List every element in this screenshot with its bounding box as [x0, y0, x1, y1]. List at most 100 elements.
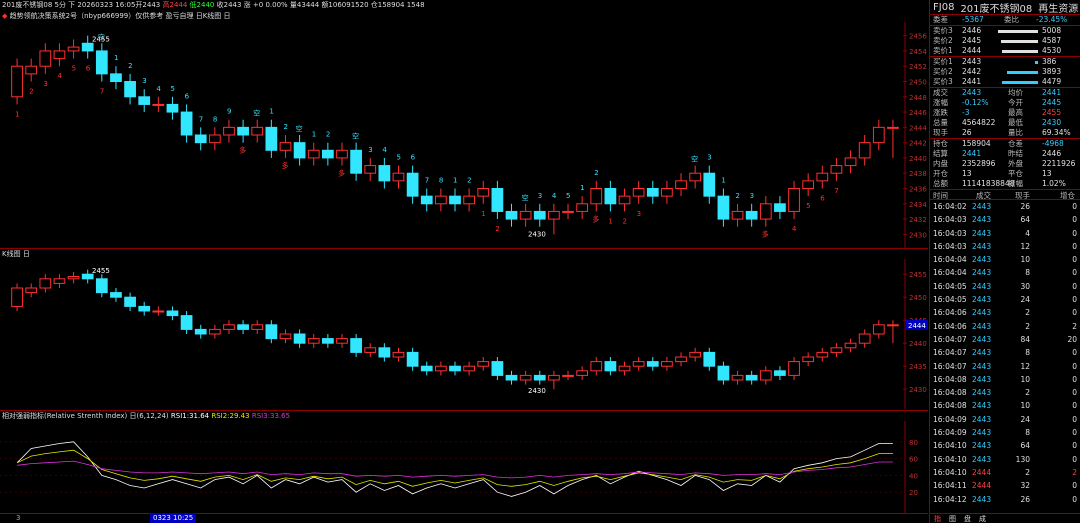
signal-count-red: 5	[72, 65, 76, 73]
strategy-label-bar: ◆ 趋势领航决策系统2号（nbyp666999）仅供参考 盈亏自理 日K线图 日	[0, 11, 928, 22]
main-chart-panel[interactable]: 2456 2454 2452 2450 2448 2446 2444 2442 2440 2438…	[0, 22, 928, 248]
k-candlestick-chart[interactable]: 245524502445244024352430245524302444	[0, 259, 928, 409]
stat-value: 2441	[1042, 88, 1062, 97]
signal-count-red: 7	[100, 88, 104, 96]
candle-up	[477, 361, 490, 367]
tick-volume: 24	[1020, 414, 1030, 424]
tick-price: 2443	[972, 241, 992, 251]
signal-count-cyan: 2	[128, 62, 132, 70]
tick-oi-change: 2	[1072, 321, 1077, 331]
signal-count-cyan: 3	[142, 77, 146, 85]
panel-tab[interactable]: 盘	[960, 514, 975, 523]
candle-up	[435, 195, 447, 205]
tick-row: 16:04:08 2443 10 0	[930, 373, 1080, 386]
candle-down	[745, 210, 758, 220]
tick-price: 2443	[972, 202, 992, 211]
candle-down	[491, 188, 504, 212]
candle-up	[463, 195, 475, 205]
bar-volume: 量43444	[289, 1, 320, 9]
candle-down	[604, 188, 617, 205]
tick-row: 16:04:08 2443 10 0	[930, 399, 1080, 412]
signal-count-red: 5	[806, 202, 810, 210]
tick-volume: 2	[1025, 308, 1030, 318]
signal-kong: 空	[522, 193, 529, 202]
book-volume-bar	[1002, 81, 1038, 84]
candle-up	[872, 126, 885, 144]
signal-kong: 空	[691, 155, 698, 164]
book-row: 买价3 2441 4479	[930, 77, 1080, 87]
signal-count-cyan: 2	[736, 192, 740, 200]
signal-kong: 空	[98, 32, 105, 41]
stat-value: 2441	[962, 149, 982, 158]
book-volume: 4587	[1042, 36, 1062, 45]
signal-count-cyan: 1	[580, 184, 584, 192]
candle-up	[279, 142, 292, 151]
tick-oi-change: 0	[1072, 241, 1077, 251]
candle-up	[152, 103, 165, 106]
candle-up	[223, 324, 235, 330]
candle-down	[449, 195, 461, 205]
tick-oi-change: 2	[1072, 467, 1077, 477]
y-tick-label: 2430	[909, 231, 927, 239]
signal-count-red: 1	[481, 210, 485, 218]
candle-down	[406, 172, 419, 197]
stat-label: 涨幅	[933, 98, 948, 107]
candle-up	[675, 180, 687, 190]
candle-down	[505, 374, 518, 381]
stat-value: 2445	[1042, 98, 1062, 107]
quote-header: FJ08 201废不锈钢08 再生资源	[930, 0, 1080, 15]
candle-down	[646, 361, 659, 367]
rsi-panel[interactable]: 80 60 40 20	[0, 421, 928, 513]
candle-down	[717, 365, 730, 381]
main-candlestick-chart[interactable]: 2456245424522450244824462444244224402438…	[0, 22, 928, 248]
candle-up	[816, 172, 829, 182]
signal-duo: 多	[239, 146, 246, 155]
panel-tab[interactable]: 图	[945, 514, 960, 523]
signal-count-red: 2	[29, 88, 33, 96]
stat-label: 最高	[1008, 108, 1023, 117]
tick-time: 16:04:08	[933, 374, 967, 384]
stat-label: 开仓	[933, 169, 948, 178]
tick-volume: 26	[1020, 202, 1030, 211]
candle-up	[576, 203, 589, 212]
tick-price: 2443	[972, 215, 992, 225]
candle-up	[53, 50, 66, 60]
candle-down	[265, 126, 278, 151]
book-row: 卖价1 2444 4530	[930, 46, 1080, 56]
tick-row: 16:04:03 2443 64 0	[930, 213, 1080, 226]
tick-volume: 130	[1015, 454, 1030, 464]
tick-row: 16:04:06 2443 2 2	[930, 320, 1080, 333]
signal-count-red: 6	[86, 65, 91, 73]
stat-label: 结算	[933, 149, 948, 158]
stat-value: 13	[1042, 169, 1052, 178]
panel-tab[interactable]: 指	[930, 514, 945, 523]
candle-up	[675, 356, 687, 363]
tick-row: 16:04:03 2443 4 0	[930, 227, 1080, 240]
candle-up	[802, 356, 815, 363]
candle-up	[759, 370, 772, 381]
contract-name: 201废不锈钢08	[960, 3, 1033, 15]
tick-list[interactable]: 16:04:02 2443 26 0 16:04:03 2443 64 0 16:0…	[930, 200, 1080, 506]
tick-time: 16:04:10	[933, 467, 967, 477]
rsi-tick-label: 80	[909, 439, 918, 447]
candle-up	[435, 365, 447, 372]
tick-row: 16:04:04 2443 10 0	[930, 253, 1080, 266]
stat-label: 仓差	[1008, 139, 1023, 148]
tick-time: 16:04:06	[933, 321, 967, 331]
panel-tab[interactable]: 成	[975, 514, 990, 523]
low-label: 2430	[528, 230, 546, 238]
stat-row: 总量 4564822 最低 2430	[930, 118, 1080, 128]
bar-high: 高2444	[162, 1, 188, 9]
signal-count-cyan: 4	[552, 192, 557, 200]
rsi-chart[interactable]: 80 60 40 20	[0, 421, 928, 513]
signal-count-cyan: 1	[721, 177, 725, 185]
tick-time: 16:04:03	[933, 228, 967, 238]
signal-count-cyan: 1	[312, 131, 316, 139]
panel-tabs[interactable]: 指图盘成	[930, 513, 1080, 523]
stat-label: 内盘	[933, 159, 948, 168]
tick-time: 16:04:10	[933, 454, 967, 464]
candle-down	[180, 111, 193, 136]
candle-up	[858, 142, 871, 159]
k-chart-panel[interactable]: 245524502445244024352430245524302444	[0, 259, 928, 409]
contract-code: FJ08	[933, 1, 955, 13]
